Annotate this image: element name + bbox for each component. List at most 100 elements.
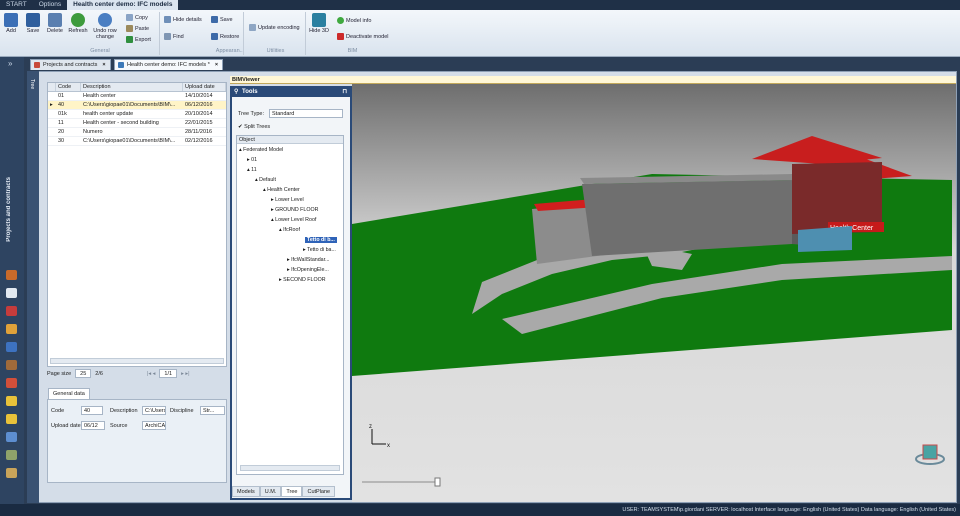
group-general-label: General — [90, 48, 110, 54]
tree-node[interactable]: ▴ IfcRoof — [279, 227, 300, 233]
info-icon — [337, 17, 344, 24]
navigation-cube-icon[interactable] — [915, 444, 945, 465]
model-render: Health Center z x — [352, 136, 952, 487]
object-header: Object — [237, 136, 343, 144]
table-row[interactable]: 30 C:\Users\giopae01\Documents\BIM\... 02/… — [48, 137, 226, 146]
nav-icon-folder[interactable] — [6, 324, 17, 334]
table-row[interactable]: 01k health center update 20/10/2014 — [48, 110, 226, 119]
tree-node[interactable]: ▴ Lower Level Roof — [271, 217, 316, 223]
ribbon-separator — [243, 12, 244, 55]
source-field[interactable]: ArchiCAD — [142, 421, 166, 430]
table-row-selected[interactable]: ▸ 40 C:\Users\giopae01\Documents\BIM\... 06… — [48, 101, 226, 110]
tab-ifc-models[interactable]: Health center demo: IFC models — [67, 0, 179, 10]
tree-node[interactable]: ▴ Federated Model — [239, 147, 283, 153]
nav-icon-chart[interactable] — [6, 360, 17, 370]
close-icon[interactable]: × — [102, 62, 105, 68]
tab-general-data[interactable]: General data — [48, 388, 90, 399]
pin-icon[interactable]: ⊓ — [342, 88, 347, 97]
nav-icon-stack[interactable] — [6, 378, 17, 388]
page-size-input[interactable]: 25 — [75, 369, 92, 378]
expand-icon[interactable]: » — [8, 59, 12, 68]
refresh-button[interactable]: Refresh — [67, 13, 89, 34]
tab-tree[interactable]: Tree — [281, 486, 303, 497]
tree-node[interactable]: ▸ SECOND FLOOR — [279, 277, 326, 283]
encoding-icon — [249, 24, 256, 31]
left-navigation: » Projects and contracts — [0, 57, 24, 504]
nav-icon-helmet[interactable] — [6, 396, 17, 406]
page-size-label: Page size — [47, 370, 72, 377]
bim-3d-viewport[interactable]: Health Center z x — [352, 84, 956, 502]
update-encoding-button[interactable]: Update encoding — [249, 23, 300, 32]
doc-tab-projects-and-contracts[interactable]: Projects and contracts × — [30, 59, 111, 70]
restore-button[interactable]: Restore — [211, 32, 239, 41]
tree-type-select[interactable]: Standard — [269, 109, 343, 118]
column-header-code[interactable]: Code — [56, 83, 81, 91]
tab-cutplane[interactable]: CutPlane — [302, 486, 336, 497]
zoom-slider-handle[interactable] — [434, 477, 441, 487]
nav-icon-tools[interactable] — [6, 270, 17, 280]
tree-node[interactable]: ▸ Lower Level — [271, 197, 304, 203]
column-header-upload-date[interactable]: Upload date — [183, 83, 226, 91]
deactivate-model-button[interactable]: Deactivate model — [337, 32, 389, 41]
tree-node[interactable]: ▸ IfcOpeningEle... — [287, 267, 329, 273]
table-row[interactable]: 20 Numero 28/11/2016 — [48, 128, 226, 137]
tab-start[interactable]: START — [0, 0, 33, 10]
column-header-description[interactable]: Description — [81, 83, 183, 91]
nav-icon-calendar[interactable] — [6, 306, 17, 316]
tab-models[interactable]: Models — [232, 486, 260, 497]
model-info-button[interactable]: Model info — [337, 16, 371, 25]
find-button[interactable]: Find — [164, 32, 184, 41]
tree-node[interactable]: ▴ 11 — [247, 167, 257, 173]
tree-node[interactable]: ▴ Health Center — [263, 187, 300, 193]
upload-date-field[interactable]: 06/12 — [81, 421, 105, 430]
close-icon[interactable]: × — [215, 62, 218, 68]
pager: Page size 25 2/6 |◂ ◂ 1/1 ▸ ▸| — [47, 368, 227, 379]
nav-icon-equipment[interactable] — [6, 468, 17, 478]
tree-horizontal-scrollbar[interactable] — [240, 465, 340, 471]
tree-type-label: Tree Type: — [238, 111, 264, 117]
hide-3d-button[interactable]: Hide 3D — [308, 13, 330, 34]
tab-options[interactable]: Options — [33, 0, 67, 10]
export-icon — [126, 36, 133, 43]
add-button[interactable]: Add — [3, 13, 19, 34]
general-data-panel: Code 40 Description C:\Users Discipline … — [47, 399, 227, 483]
tree-node[interactable]: ▸ IfcWallStandar... — [287, 257, 330, 263]
bim-icon — [118, 62, 124, 68]
tree-side-tab[interactable]: Tree — [27, 71, 39, 503]
hide-details-button[interactable]: Hide details — [164, 15, 202, 24]
horizontal-scrollbar[interactable] — [50, 358, 224, 364]
description-field[interactable]: C:\Users — [142, 406, 166, 415]
tree-node[interactable]: ▴ Default — [255, 177, 276, 183]
tree-node-selected[interactable]: Tetto di b... — [305, 237, 337, 243]
first-page-icon[interactable]: |◂ ◂ — [147, 371, 155, 377]
nav-icon-document[interactable] — [6, 288, 17, 298]
code-field[interactable]: 40 — [81, 406, 103, 415]
delete-button[interactable]: Delete — [45, 13, 65, 34]
next-page-icon[interactable]: ▸ ▸| — [181, 371, 189, 377]
table-row[interactable]: 11 Health center - second building 22/01/2… — [48, 119, 226, 128]
discipline-select[interactable]: Str... — [200, 406, 225, 415]
doc-tab-ifc-models[interactable]: Health center demo: IFC models * × — [114, 59, 224, 70]
copy-button[interactable]: Copy — [126, 13, 148, 22]
save-button[interactable]: Save — [24, 13, 42, 34]
table-row[interactable]: 01 Health center 14/10/2014 — [48, 92, 226, 101]
ribbon-separator — [305, 12, 306, 55]
tree-node[interactable]: ▸ GROUND FLOOR — [271, 207, 318, 213]
svg-text:z: z — [369, 424, 372, 430]
nav-icon-map[interactable] — [6, 450, 17, 460]
layout-save-button[interactable]: Save — [211, 15, 233, 24]
tree-node[interactable]: ▸ 01 — [247, 157, 257, 163]
tree-node[interactable]: ▸ Tetto di ba... — [303, 247, 336, 253]
undo-row-change-button[interactable]: Undo row change — [91, 13, 119, 40]
tab-um[interactable]: U.M. — [259, 486, 282, 497]
general-data-tabbar: General data — [47, 388, 227, 399]
nav-icon-mobile[interactable] — [6, 432, 17, 442]
nav-icon-worker[interactable] — [6, 414, 17, 424]
split-trees-checkbox[interactable]: ✔ Split Trees — [238, 124, 270, 130]
export-button[interactable]: Export — [126, 35, 151, 44]
nav-projects-and-contracts[interactable]: Projects and contracts — [6, 177, 12, 242]
paste-button[interactable]: Paste — [126, 24, 149, 33]
row-pointer-icon: ▸ — [50, 102, 53, 108]
nav-icon-list[interactable] — [6, 342, 17, 352]
page-input[interactable]: 1/1 — [159, 369, 178, 378]
